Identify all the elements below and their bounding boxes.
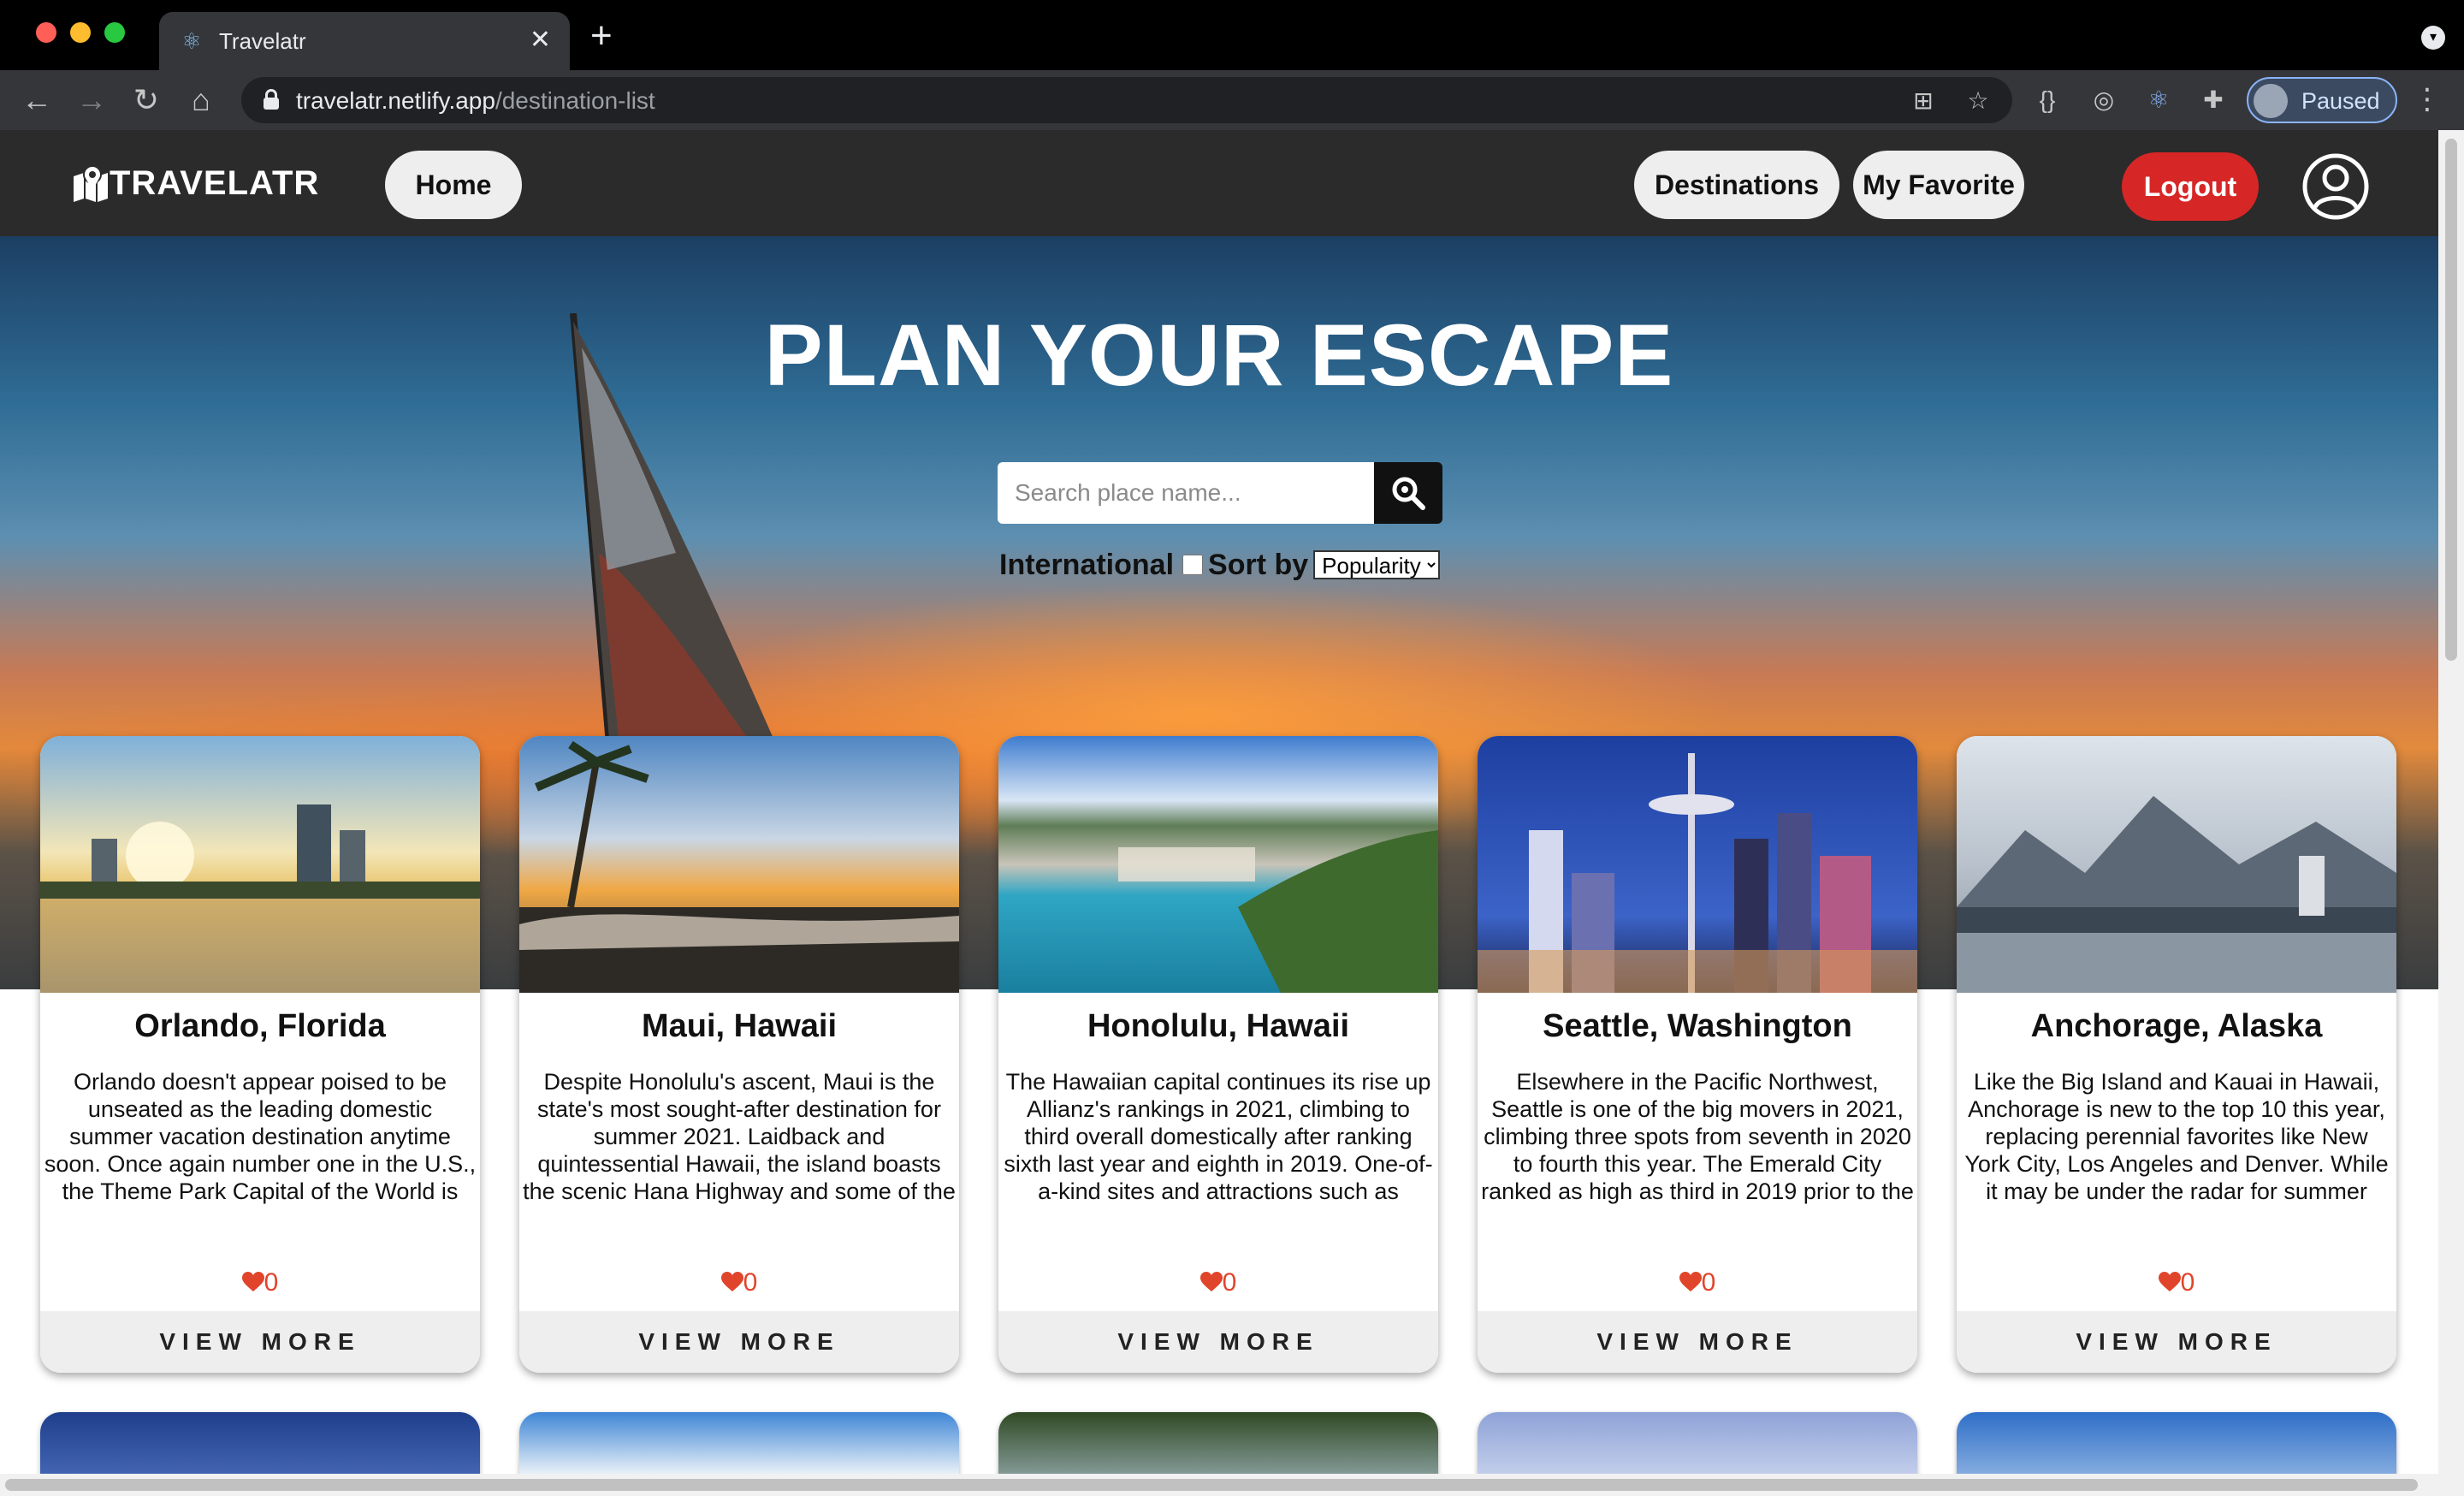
url-text[interactable]: travelatr.netlify.app/destination-list [296, 87, 655, 115]
logout-button[interactable]: Logout [2122, 152, 2259, 221]
destination-card-partial [1957, 1412, 2396, 1482]
browser-tab[interactable]: ⚛ Travelatr ✕ [159, 12, 570, 70]
horizontal-scrollbar[interactable] [0, 1474, 2438, 1496]
view-more-button[interactable]: VIEW MORE [998, 1311, 1438, 1373]
honolulu-image [998, 736, 1438, 993]
profile-button[interactable]: Paused [2247, 77, 2397, 123]
destination-card: Anchorage, Alaska Like the Big Island an… [1957, 736, 2396, 1373]
card-title: Anchorage, Alaska [2030, 1008, 2323, 1044]
card-title: Seattle, Washington [1543, 1008, 1852, 1044]
tab-close-icon[interactable]: ✕ [530, 26, 551, 55]
destination-card-partial [998, 1412, 1438, 1482]
heart-icon [241, 1272, 264, 1291]
heart-icon [720, 1272, 743, 1291]
browser-toolbar: ← → ↻ ⌂ travelatr.netlify.app/destinatio… [0, 70, 2464, 130]
card-title: Maui, Hawaii [641, 1008, 838, 1044]
translate-icon[interactable]: ⊞ [1910, 87, 1937, 115]
site-navbar: TRAVELATR Home Destinations My Favorite … [0, 130, 2438, 236]
international-checkbox[interactable] [1182, 555, 1204, 575]
like-count-value: 0 [264, 1268, 279, 1297]
like-count[interactable]: 0 [40, 1268, 480, 1297]
react-favicon-icon: ⚛ [181, 28, 202, 54]
destination-card: Maui, Hawaii Despite Honolulu's ascent, … [519, 736, 959, 1373]
extensions-puzzle-icon[interactable]: ✚ [2199, 86, 2228, 115]
filter-bar: International Sort by Popularity [999, 546, 1441, 584]
card-description: Like the Big Island and Kauai in Hawaii,… [1964, 1069, 2389, 1207]
maui-image [519, 736, 959, 993]
horizontal-scroll-thumb[interactable] [5, 1479, 2418, 1491]
address-bar[interactable]: travelatr.netlify.app/destination-list ⊞… [241, 77, 2012, 123]
like-count-value: 0 [743, 1268, 758, 1297]
sort-select[interactable]: Popularity [1313, 550, 1441, 579]
card-description: Despite Honolulu's ascent, Maui is the s… [523, 1069, 956, 1207]
international-label: International [999, 548, 1175, 581]
hero-title: PLAN YOUR ESCAPE [764, 306, 1674, 404]
view-more-button[interactable]: VIEW MORE [519, 1311, 959, 1373]
profile-avatar [2254, 84, 2288, 118]
destinations-button[interactable]: Destinations [1634, 151, 1839, 219]
like-count-value: 0 [1222, 1268, 1237, 1297]
brand-logo[interactable]: TRAVELATR [72, 164, 319, 202]
view-more-button[interactable]: VIEW MORE [40, 1311, 480, 1373]
vertical-scroll-thumb[interactable] [2445, 139, 2457, 661]
sort-label: Sort by [1208, 548, 1309, 581]
extension-json-icon[interactable]: {} [2033, 86, 2062, 115]
heart-icon [1679, 1272, 1702, 1291]
destination-card-partial [1478, 1412, 1917, 1482]
card-title: Honolulu, Hawaii [1087, 1008, 1350, 1044]
card-description: Elsewhere in the Pacific Northwest, Seat… [1481, 1069, 1914, 1207]
browser-tab-bar: ⚛ Travelatr ✕ + ▾ [0, 0, 2464, 70]
brand-name: TRAVELATR [110, 164, 320, 202]
view-more-button[interactable]: VIEW MORE [1478, 1311, 1917, 1373]
heart-icon [1199, 1272, 1223, 1291]
back-arrow-icon[interactable]: ← [17, 80, 56, 120]
like-count[interactable]: 0 [998, 1268, 1438, 1297]
like-count[interactable]: 0 [1478, 1268, 1917, 1297]
destination-card: Orlando, Florida Orlando doesn't appear … [40, 736, 480, 1373]
destination-card-partial [519, 1412, 959, 1482]
my-favorite-button[interactable]: My Favorite [1853, 151, 2024, 219]
card-title: Orlando, Florida [134, 1008, 386, 1044]
card-description: The Hawaiian capital continues its rise … [1004, 1069, 1433, 1207]
browser-menu-icon[interactable]: ⋮ [2413, 82, 2442, 116]
maximize-window-button[interactable] [104, 22, 125, 43]
extension-target-icon[interactable]: ◎ [2089, 86, 2118, 115]
search-button[interactable] [1374, 462, 1442, 524]
bookmark-star-icon[interactable]: ☆ [1964, 87, 1992, 115]
destination-card: Seattle, Washington Elsewhere in the Pac… [1478, 736, 1917, 1373]
anchorage-image [1957, 736, 2396, 993]
view-more-button[interactable]: VIEW MORE [1957, 1311, 2396, 1373]
reload-icon[interactable]: ↻ [127, 80, 166, 120]
vertical-scrollbar[interactable] [2438, 130, 2464, 1496]
like-count-value: 0 [2180, 1268, 2195, 1297]
home-button[interactable]: Home [385, 151, 522, 219]
tab-search-icon[interactable]: ▾ [2421, 26, 2445, 50]
seattle-image [1478, 736, 1917, 993]
minimize-window-button[interactable] [70, 22, 91, 43]
like-count-value: 0 [1701, 1268, 1716, 1297]
page: TRAVELATR Home Destinations My Favorite … [0, 130, 2438, 1482]
destination-card-partial [40, 1412, 480, 1482]
home-icon[interactable]: ⌂ [181, 80, 221, 120]
lock-icon [264, 89, 279, 110]
like-count[interactable]: 0 [1957, 1268, 2396, 1297]
tab-title: Travelatr [219, 28, 306, 54]
react-devtools-icon[interactable]: ⚛ [2144, 86, 2173, 115]
card-description: Orlando doesn't appear poised to be unse… [44, 1069, 477, 1207]
search-input[interactable] [998, 462, 1374, 524]
profile-status: Paused [2301, 88, 2380, 114]
destination-card: Honolulu, Hawaii The Hawaiian capital co… [998, 736, 1438, 1373]
heart-icon [2158, 1272, 2181, 1291]
orlando-image [40, 736, 480, 993]
new-tab-icon[interactable]: + [590, 17, 613, 55]
like-count[interactable]: 0 [519, 1268, 959, 1297]
map-pin-icon [74, 165, 108, 202]
search-icon [1392, 477, 1425, 510]
account-circle-icon[interactable] [2301, 152, 2370, 221]
close-window-button[interactable] [36, 22, 56, 43]
forward-arrow-icon[interactable]: → [72, 80, 111, 120]
